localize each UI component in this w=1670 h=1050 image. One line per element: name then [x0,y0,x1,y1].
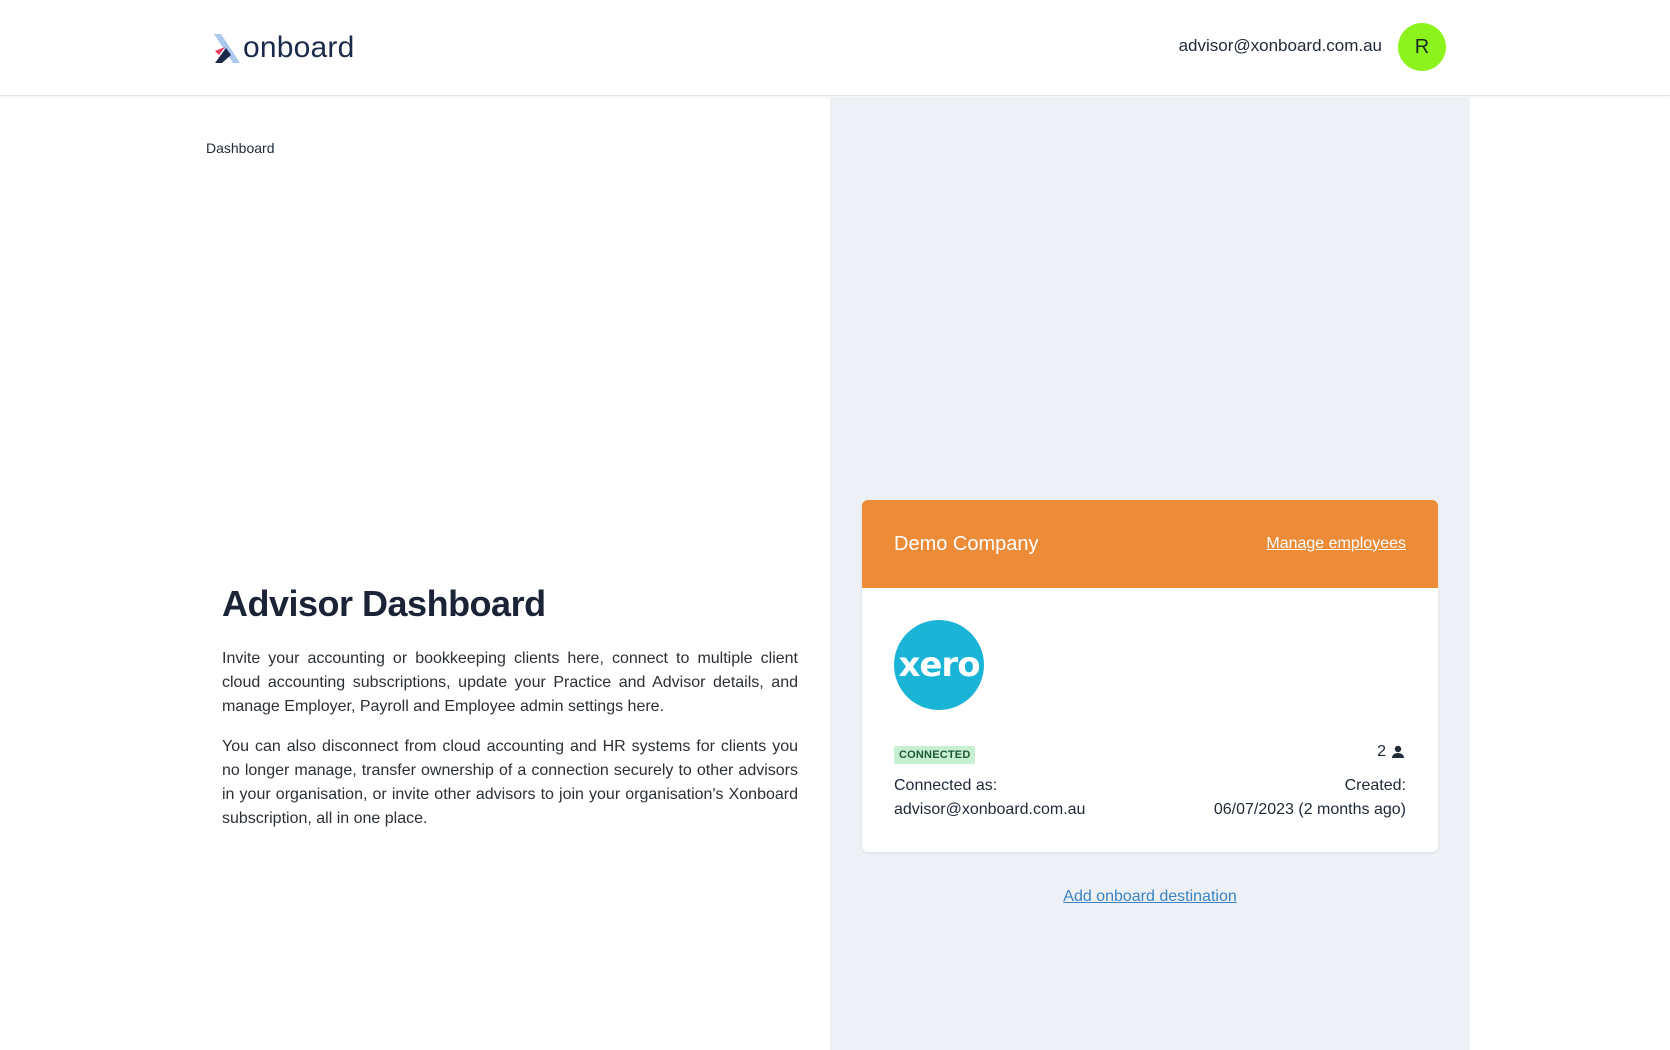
person-icon [1392,745,1404,758]
add-onboard-destination-link[interactable]: Add onboard destination [830,888,1470,906]
xero-logo: xero [894,620,984,710]
card-body: xero CONNECTED 2 Connected as: advisor@x… [862,588,1438,852]
xero-logo-text: xero [898,645,980,685]
manage-employees-link[interactable]: Manage employees [1266,535,1406,553]
intro-paragraph: You can also disconnect from cloud accou… [222,738,798,827]
created-label: Created: [1344,777,1406,794]
created-value: 06/07/2023 (2 months ago) [1213,801,1406,818]
breadcrumb[interactable]: Dashboard [206,140,275,156]
created-date: Created: 06/07/2023 (2 months ago) [1214,774,1406,822]
employee-count-value: 2 [1377,743,1386,760]
card-header: Demo Company Manage employees [862,500,1438,588]
company-name: Demo Company [894,532,1039,555]
x-logo-icon [214,34,240,63]
connected-as-label: Connected as: [894,777,998,794]
top-header: onboard advisor@xonboard.com.au R [0,0,1670,96]
user-email: advisor@xonboard.com.au [1178,36,1382,55]
intro-paragraph: Invite your accounting or bookkeeping cl… [222,650,798,715]
logo-text: onboard [243,31,355,64]
connected-as-value: advisor@xonboard.com.au [894,801,1086,818]
employee-count: 2 [1377,743,1406,761]
status-badge: CONNECTED [894,746,976,764]
connections-panel: Demo Company Manage employees xero CONNE… [830,97,1470,1050]
connected-as: Connected as: advisor@xonboard.com.au [894,774,1085,822]
xonboard-logo[interactable]: onboard [212,28,355,68]
page-title: Advisor Dashboard [222,583,546,624]
intro-section: Advisor Dashboard Invite your accounting… [222,583,798,847]
user-avatar[interactable]: R [1398,23,1446,71]
connection-card: Demo Company Manage employees xero CONNE… [862,500,1438,852]
